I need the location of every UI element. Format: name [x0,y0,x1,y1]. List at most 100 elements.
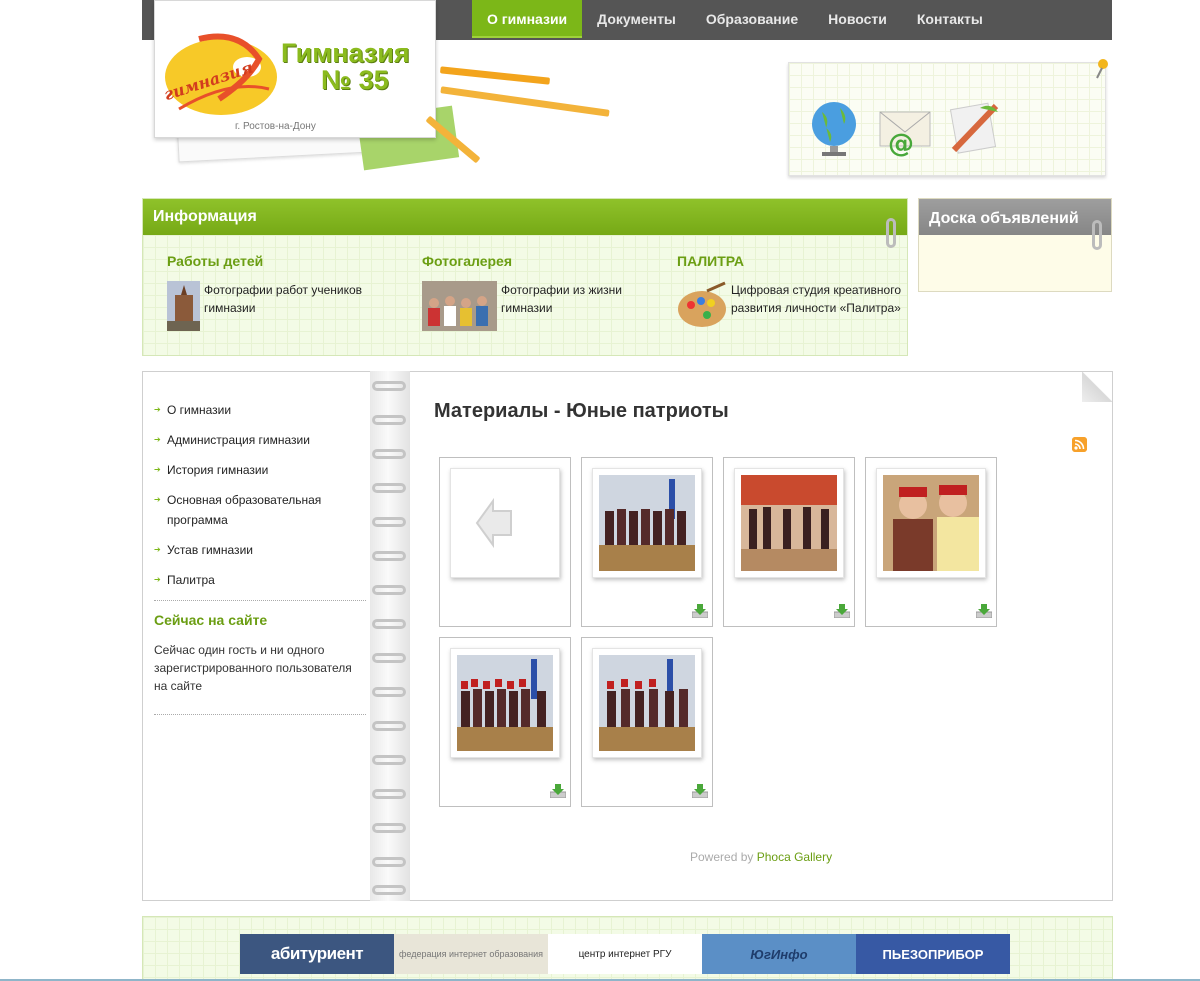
logo-title: Гимназия [281,38,410,68]
notice-board-title: Доска объявлений [919,199,1111,235]
info-item-text: Фотографии из жизни гимназии [501,283,623,315]
spiral-coil [372,755,406,765]
spiral-coil [372,823,406,833]
sidebar-item-administration[interactable]: Администрация гимназии [154,430,366,450]
binder-ring [886,218,896,248]
gallery-photo-cell [439,637,571,807]
spiral-coil [372,585,406,595]
phoca-gallery-link[interactable]: Phoca Gallery [757,850,832,864]
online-users-text: Сейчас один гость и ни одного зарегистри… [154,643,352,693]
pencil-decoration [440,86,610,117]
info-column-heading[interactable]: ПАЛИТРА [677,253,907,269]
pencil-decoration [439,66,551,85]
banner-yuginfo[interactable]: ЮгИнфо [702,934,856,974]
nav-item-contacts[interactable]: Контакты [902,0,998,38]
rss-icon[interactable] [1072,437,1087,452]
banner-rgu-internet-center[interactable]: центр интернет РГУ [548,934,702,974]
spiral-coil [372,857,406,867]
logo-city: г. Ростов-на-Дону [235,121,316,132]
back-button[interactable] [450,468,560,578]
spiral-coil [372,381,406,391]
logo-number: № 35 [321,65,389,95]
globe-icon[interactable] [804,98,864,158]
svg-text:@: @ [888,129,914,158]
gallery-photo[interactable] [592,648,702,758]
online-users-title: Сейчас на сайте [154,612,268,628]
spiral-coil [372,517,406,527]
palette-logo-icon: гимназия [162,33,277,115]
sidebar-menu: О гимназии Администрация гимназии Истори… [154,400,366,600]
nav-item-education[interactable]: Образование [691,0,813,38]
sidebar-item-palette[interactable]: Палитра [154,570,366,590]
info-panel-title: Информация [143,199,907,235]
spiral-coil [372,687,406,697]
nav-item-documents[interactable]: Документы [582,0,691,38]
pencil-edit-icon[interactable] [944,98,1004,158]
spiral-coil [372,483,406,493]
gallery-photo-cell [581,637,713,807]
gallery-photo-cell [581,457,713,627]
spiral-coil [372,449,406,459]
banner-pyezopribor[interactable]: ПЬЕЗОПРИБОР [856,934,1010,974]
nav-item-news[interactable]: Новости [813,0,902,38]
spiral-coil [372,789,406,799]
gallery-photo[interactable] [876,468,986,578]
site-logo[interactable]: гимназия Гимназия № 35 г. Ростов-на-Дону [154,0,436,138]
group-photo-thumbnail [599,655,695,751]
gallery-photo-cell [723,457,855,627]
download-icon[interactable] [550,784,566,798]
sidebar-divider [154,600,366,601]
sidebar-divider [154,714,366,715]
spiral-coil [372,619,406,629]
children-works-thumbnail[interactable] [167,281,200,331]
notice-board: Доска объявлений [918,198,1112,292]
main-nav: О гимназии Документы Образование Новости… [472,0,998,40]
sidebar-item-about[interactable]: О гимназии [154,400,366,420]
info-item-text: Цифровая студия креативного развития лич… [731,283,901,315]
pushpin-icon [1096,59,1108,79]
info-column-heading[interactable]: Работы детей [167,253,397,269]
binder-ring [1092,220,1102,250]
nav-item-about[interactable]: О гимназии [472,0,583,38]
download-icon[interactable] [976,604,992,618]
banner-abiturient[interactable]: абитуриент [240,934,394,974]
gallery-photo[interactable] [450,648,560,758]
back-arrow-icon [475,497,512,549]
gallery-back-cell [439,457,571,627]
spiral-coil [372,721,406,731]
spiral-coil [372,653,406,663]
gallery-photo-cell [865,457,997,627]
info-panel: Информация Работы детей Фотографии работ… [142,198,908,356]
download-icon[interactable] [692,604,708,618]
info-item: Цифровая студия креативного развития лич… [677,281,907,331]
sidebar-item-charter[interactable]: Устав гимназии [154,540,366,560]
powered-by-prefix: Powered by [690,850,754,864]
mail-icon[interactable]: @ [874,98,934,158]
gallery-photo[interactable] [734,468,844,578]
spiral-coil [372,415,406,425]
sidebar-item-history[interactable]: История гимназии [154,460,366,480]
group-photo-thumbnail [457,655,553,751]
info-column-children-works: Работы детей Фотографии работ учеников г… [167,253,397,331]
gallery-photo[interactable] [592,468,702,578]
powered-by: Powered by Phoca Gallery [690,850,832,864]
notebook-spiral [370,371,410,901]
info-item: Фотографии работ учеников гимназии [167,281,397,331]
banner-internet-education-federation[interactable]: федерация интернет образования [394,934,548,974]
info-item-text: Фотографии работ учеников гимназии [204,283,363,315]
palette-thumbnail[interactable] [677,281,727,331]
sidebar-item-educational-program[interactable]: Основная образовательная программа [154,490,366,530]
info-column-heading[interactable]: Фотогалерея [422,253,652,269]
spiral-coil [372,551,406,561]
photo-gallery-thumbnail[interactable] [422,281,497,331]
group-photo-thumbnail [599,475,695,571]
download-icon[interactable] [834,604,850,618]
info-column-photo-gallery: Фотогалерея Фотографии из жизни гимназии [422,253,652,331]
spiral-coil [372,885,406,895]
info-column-palette: ПАЛИТРА Цифровая студия креативного разв… [677,253,907,331]
stage-photo-thumbnail [741,475,837,571]
gallery-title: Материалы - Юные патриоты [434,400,729,422]
info-item: Фотографии из жизни гимназии [422,281,652,331]
download-icon[interactable] [692,784,708,798]
closeup-photo-thumbnail [883,475,979,571]
